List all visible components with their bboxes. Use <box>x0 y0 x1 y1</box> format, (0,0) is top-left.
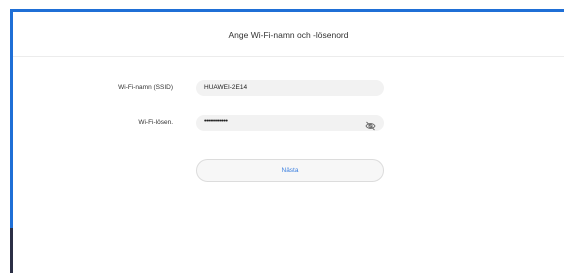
screen: Ange Wi-Fi-namn och -lösenord Wi-Fi-namn… <box>0 0 564 273</box>
password-field[interactable]: •••••••••••• <box>196 115 384 131</box>
eye-hidden-icon[interactable] <box>365 118 376 131</box>
panel-header: Ange Wi-Fi-namn och -lösenord <box>13 12 564 57</box>
wifi-setup-panel: Ange Wi-Fi-namn och -lösenord Wi-Fi-namn… <box>13 12 564 273</box>
ssid-field[interactable]: HUAWEI-2E14 <box>196 80 384 96</box>
ssid-label: Wi-Fi-namn (SSID) <box>118 84 173 91</box>
password-label: Wi-Fi-lösen. <box>138 119 173 126</box>
password-value[interactable]: •••••••••••• <box>204 118 228 125</box>
page-title: Ange Wi-Fi-namn och -lösenord <box>228 30 349 40</box>
next-button[interactable]: Nästa <box>196 159 384 182</box>
ssid-value[interactable]: HUAWEI-2E14 <box>204 84 247 91</box>
